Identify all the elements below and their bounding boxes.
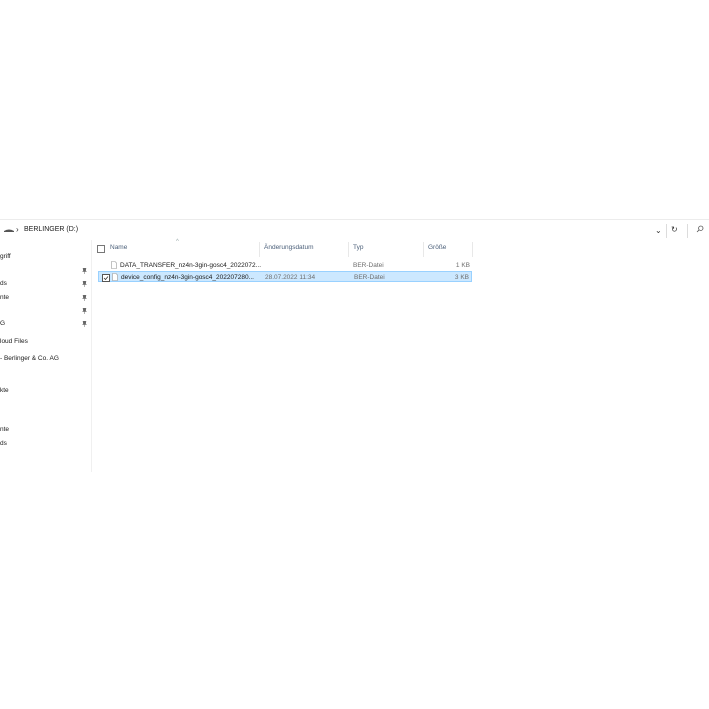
checkmark-icon: [103, 276, 109, 281]
nav-item[interactable]: ds: [0, 440, 7, 447]
select-all-checkbox[interactable]: [97, 245, 105, 253]
nav-item[interactable]: kte: [0, 387, 9, 394]
chevron-down-icon[interactable]: ⌄: [655, 226, 662, 235]
file-type: BER-Datei: [354, 274, 385, 281]
chevron-right-icon[interactable]: ›: [16, 225, 19, 234]
sort-caret-icon: ^: [176, 239, 179, 245]
file-size: 3 KB: [454, 274, 469, 281]
window-top-border: [0, 219, 709, 220]
nav-item[interactable]: G: [0, 320, 5, 327]
pin-icon: [82, 308, 87, 314]
nav-item[interactable]: loud Files: [0, 338, 28, 345]
drive-icon: [4, 229, 14, 232]
file-icon: [112, 273, 118, 281]
nav-item[interactable]: ds: [0, 280, 7, 287]
file-name[interactable]: device_config_nz4n-3gin-gosc4_202207280.…: [121, 274, 254, 281]
navigation-pane: griff ds nte G loud Files - Berlinger & …: [0, 240, 92, 472]
breadcrumb-location[interactable]: BERLINGER (D:): [24, 226, 78, 233]
file-icon: [111, 261, 117, 269]
pin-icon: [82, 268, 87, 274]
divider: [666, 224, 667, 238]
pin-icon: [82, 281, 87, 287]
nav-item[interactable]: - Berlinger & Co. AG: [0, 355, 59, 362]
nav-item[interactable]: nte: [0, 294, 9, 301]
nav-item[interactable]: griff: [0, 253, 11, 260]
pin-icon: [82, 321, 87, 327]
row-checkbox[interactable]: [102, 274, 110, 282]
column-divider[interactable]: [423, 242, 424, 257]
nav-item[interactable]: nte: [0, 426, 9, 433]
file-date: 28.07.2022 11:34: [265, 274, 316, 281]
file-size: 1 KB: [455, 262, 470, 269]
table-row[interactable]: device_config_nz4n-3gin-gosc4_202207280.…: [98, 271, 472, 282]
file-name[interactable]: DATA_TRANSFER_nz4n-3gin-gosc4_2022072...: [120, 262, 261, 269]
column-divider[interactable]: [259, 242, 260, 257]
column-divider[interactable]: [472, 242, 473, 257]
search-icon[interactable]: [696, 225, 704, 233]
column-divider[interactable]: [348, 242, 349, 257]
pin-icon: [82, 295, 87, 301]
divider: [687, 224, 688, 238]
address-bar[interactable]: › BERLINGER (D:) ⌄ ↻: [0, 222, 709, 240]
table-row[interactable]: DATA_TRANSFER_nz4n-3gin-gosc4_2022072...…: [98, 260, 472, 271]
file-type: BER-Datei: [353, 262, 384, 269]
refresh-icon[interactable]: ↻: [671, 225, 678, 234]
